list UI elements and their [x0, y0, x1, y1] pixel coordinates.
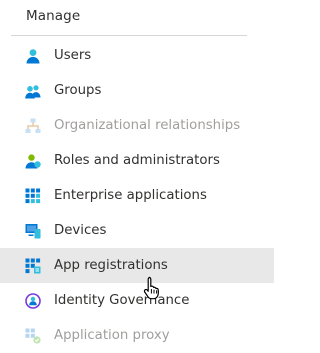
enterprise-apps-icon [25, 188, 41, 204]
nav-item-label: Groups [54, 83, 102, 98]
nav-item-devices[interactable]: Devices [0, 213, 274, 248]
nav-item-app-registrations[interactable]: App registrations [0, 248, 274, 283]
nav-item-roles-and-administrators[interactable]: Roles and administrators [0, 143, 274, 178]
nav-item-label: Organizational relationships [54, 118, 241, 133]
section-divider [11, 35, 247, 36]
nav-item-label: Roles and administrators [54, 153, 220, 168]
nav-item-enterprise-applications[interactable]: Enterprise applications [0, 178, 274, 213]
hand-pointer-cursor-icon [143, 276, 163, 300]
roles-icon [25, 153, 41, 169]
nav-item-application-proxy: Application proxy [0, 318, 274, 353]
nav-item-groups[interactable]: Groups [0, 73, 274, 108]
nav-item-users[interactable]: Users [0, 38, 274, 73]
application-proxy-icon [25, 328, 41, 344]
devices-icon [25, 223, 41, 239]
nav-item-label: Users [54, 48, 92, 63]
organizational-relationships-icon [25, 118, 41, 134]
groups-icon [25, 83, 41, 99]
nav-item-label: Enterprise applications [54, 188, 207, 203]
nav-item-label: Devices [54, 223, 107, 238]
app-registrations-icon [25, 258, 41, 274]
users-icon [25, 48, 41, 64]
nav-item-identity-governance[interactable]: Identity Governance [0, 283, 274, 318]
nav-item-organizational-relationships: Organizational relationships [0, 108, 274, 143]
nav-item-label: Application proxy [54, 328, 170, 343]
manage-nav-list: Users Groups Organizational relationship… [0, 38, 274, 353]
nav-item-label: Identity Governance [54, 293, 190, 308]
section-title-manage: Manage [26, 8, 81, 24]
nav-item-label: App registrations [54, 258, 168, 273]
identity-governance-icon [25, 292, 41, 309]
